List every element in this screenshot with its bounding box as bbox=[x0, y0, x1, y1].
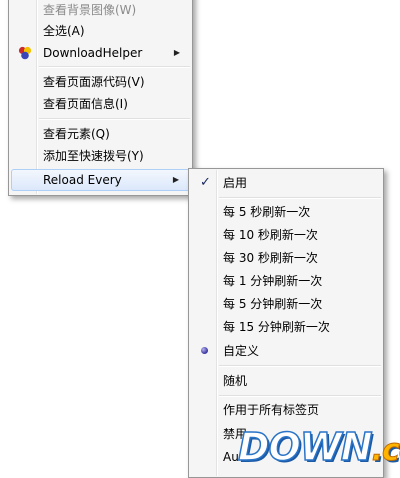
menu-item-label: 每 5 分钟刷新一次 bbox=[223, 297, 323, 311]
submenu-item-apply-all-tabs[interactable]: 作用于所有标签页 bbox=[191, 399, 381, 421]
menu-item-label: 启用 bbox=[223, 176, 248, 190]
menu-item-select-all[interactable]: 全选(A) bbox=[11, 20, 190, 42]
submenu-item-every-15-minutes[interactable]: 每 15 分钟刷新一次 bbox=[191, 316, 381, 338]
submenu-arrow-icon: ▶ bbox=[172, 175, 179, 184]
menu-separator bbox=[39, 66, 190, 68]
radio-selected-icon bbox=[201, 347, 208, 354]
menu-item-reload-every[interactable]: Reload Every ▶ bbox=[11, 169, 190, 191]
menu-item-label: 作用于所有标签页 bbox=[223, 403, 320, 417]
context-menu: 查看背景图像(W) 全选(A) DownloadHelper ▶ 查看页面源代码… bbox=[8, 0, 193, 196]
checkmark-icon: ✓ bbox=[200, 175, 211, 190]
submenu-item-every-1-minute[interactable]: 每 1 分钟刷新一次 bbox=[191, 270, 381, 292]
submenu-item-every-5-minutes[interactable]: 每 5 分钟刷新一次 bbox=[191, 293, 381, 315]
menu-item-label: 查看页面信息(I) bbox=[43, 97, 128, 111]
menu-item-label: 查看页面源代码(V) bbox=[43, 75, 145, 89]
menu-item-add-speed-dial[interactable]: 添加至快速拨号(Y) bbox=[11, 145, 190, 167]
menu-item-view-page-info[interactable]: 查看页面信息(I) bbox=[11, 93, 190, 115]
menu-item-label: Au bbox=[223, 450, 239, 464]
menu-item-label: 查看背景图像(W) bbox=[43, 3, 137, 17]
menu-item-label: 自定义 bbox=[223, 344, 260, 358]
watermark-text: DOWN bbox=[237, 424, 373, 470]
menu-separator bbox=[39, 118, 190, 120]
menu-separator bbox=[219, 197, 381, 199]
menu-item-label: 添加至快速拨号(Y) bbox=[43, 149, 144, 163]
menu-item-label: 每 30 秒刷新一次 bbox=[223, 251, 318, 265]
menu-item-label: 每 10 秒刷新一次 bbox=[223, 228, 318, 242]
menu-item-label: 全选(A) bbox=[43, 24, 85, 38]
menu-item-view-page-source[interactable]: 查看页面源代码(V) bbox=[11, 71, 190, 93]
menu-item-label: 每 5 秒刷新一次 bbox=[223, 205, 311, 219]
menu-item-label: Reload Every bbox=[43, 173, 122, 187]
menu-separator bbox=[219, 365, 381, 367]
submenu-arrow-icon: ▶ bbox=[173, 48, 180, 57]
submenu-item-enable[interactable]: ✓ 启用 bbox=[191, 172, 381, 194]
menu-item-label: DownloadHelper bbox=[43, 46, 143, 60]
submenu-item-every-10-seconds[interactable]: 每 10 秒刷新一次 bbox=[191, 224, 381, 246]
menu-item-downloadhelper[interactable]: DownloadHelper ▶ bbox=[11, 42, 190, 64]
menu-item-label: 每 15 分钟刷新一次 bbox=[223, 320, 330, 334]
menu-item-label: 随机 bbox=[223, 374, 248, 388]
submenu-item-random[interactable]: 随机 bbox=[191, 370, 381, 392]
menu-item-label: 每 1 分钟刷新一次 bbox=[223, 274, 323, 288]
menu-item-inspect-element[interactable]: 查看元素(Q) bbox=[11, 123, 190, 145]
submenu-item-custom[interactable]: 自定义 bbox=[191, 340, 381, 362]
menu-item-label: 查看元素(Q) bbox=[43, 127, 110, 141]
downloadhelper-icon bbox=[18, 46, 32, 60]
menu-separator bbox=[219, 395, 381, 397]
submenu-item-every-5-seconds[interactable]: 每 5 秒刷新一次 bbox=[191, 201, 381, 223]
menu-item-view-background-image: 查看背景图像(W) bbox=[11, 0, 190, 21]
submenu-item-every-30-seconds[interactable]: 每 30 秒刷新一次 bbox=[191, 247, 381, 269]
watermark-logo: DOWN.cc bbox=[237, 424, 400, 473]
watermark-suffix: .cc bbox=[371, 433, 400, 469]
